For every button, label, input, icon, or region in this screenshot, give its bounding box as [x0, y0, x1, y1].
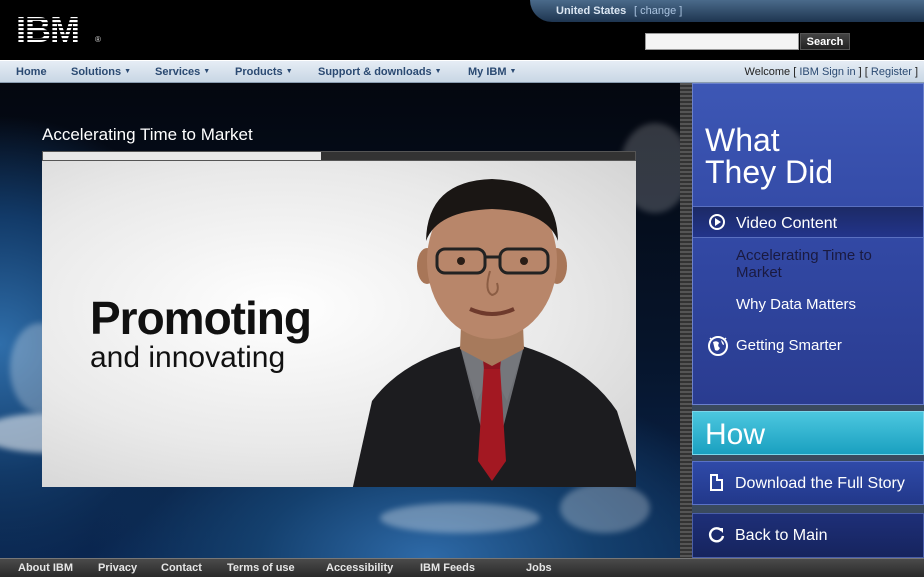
masthead: IBM ® United States [ change ] Search	[0, 0, 924, 60]
country-selector: United States [ change ]	[530, 0, 924, 22]
how-section[interactable]: How	[692, 411, 924, 455]
footer-terms[interactable]: Terms of use	[227, 562, 295, 574]
nav-solutions[interactable]: Solutions ▼	[71, 66, 131, 78]
video-title: Accelerating Time to Market	[42, 125, 253, 144]
chevron-down-icon: ▼	[203, 68, 211, 75]
nav-products[interactable]: Products ▼	[235, 66, 293, 78]
getting-smarter-link[interactable]: Getting Smarter	[736, 337, 842, 354]
earth-cloud	[380, 503, 540, 533]
country-name: United States	[556, 5, 627, 17]
earth-cloud	[560, 483, 650, 533]
search-button[interactable]: Search	[800, 33, 850, 50]
back-label: Back to Main	[735, 527, 828, 544]
main-nav: Home Solutions ▼ Services ▼ Products ▼ Supp…	[0, 60, 924, 83]
play-icon	[709, 214, 725, 230]
how-title: How	[705, 418, 766, 451]
footer-ibm-feeds[interactable]: IBM Feeds	[420, 562, 475, 574]
back-to-main-button[interactable]: Back to Main	[692, 513, 924, 558]
nav-services[interactable]: Services ▼	[155, 66, 210, 78]
footer-contact[interactable]: Contact	[161, 562, 202, 574]
download-full-story-button[interactable]: Download the Full Story	[692, 461, 924, 505]
chevron-down-icon: ▼	[124, 68, 132, 75]
registered-mark-icon: ®	[95, 35, 101, 44]
logo-text: IBM	[16, 12, 79, 44]
footer-about-ibm[interactable]: About IBM	[18, 562, 73, 574]
video-item-why-data-matters[interactable]: Why Data Matters	[736, 296, 856, 313]
what-they-did-title: What They Did	[705, 122, 834, 190]
footer-jobs[interactable]: Jobs	[526, 562, 552, 574]
chevron-down-icon: ▼	[285, 68, 293, 75]
nav-support-downloads[interactable]: Support & downloads ▼	[318, 66, 442, 78]
nav-my-ibm[interactable]: My IBM ▼	[468, 66, 516, 78]
video-item-accelerating[interactable]: Accelerating Time to Market	[736, 247, 916, 281]
video-progress-bar[interactable]	[42, 151, 636, 161]
refresh-icon	[708, 527, 725, 543]
footer-accessibility[interactable]: Accessibility	[326, 562, 393, 574]
video-player[interactable]: Promoting and innovating	[42, 161, 636, 487]
download-label: Download the Full Story	[735, 475, 905, 492]
presenter-image	[352, 179, 636, 487]
document-icon	[710, 474, 723, 491]
video-headline: Promoting	[90, 292, 312, 344]
search-input[interactable]	[645, 33, 799, 50]
hero-stage: Accelerating Time to Market Promoting an…	[0, 83, 690, 558]
video-content-tab[interactable]: Video Content	[693, 206, 923, 238]
footer: About IBM Privacy Contact Terms of use A…	[0, 558, 924, 577]
nav-home[interactable]: Home	[16, 66, 47, 78]
video-content-label: Video Content	[736, 215, 838, 232]
side-panel: What They Did Video Content Accelerating…	[680, 83, 924, 558]
sign-in-link[interactable]: IBM Sign in	[799, 66, 855, 78]
chevron-down-icon: ▼	[509, 68, 517, 75]
video-subline: and innovating	[90, 341, 286, 374]
globe-icon	[708, 336, 728, 356]
video-progress-fill	[43, 152, 322, 160]
register-link[interactable]: Register	[871, 66, 912, 78]
chevron-down-icon: ▼	[434, 68, 442, 75]
country-change-link[interactable]: [ change ]	[634, 5, 682, 17]
what-they-did-section: What They Did Video Content Accelerating…	[692, 83, 924, 405]
footer-privacy[interactable]: Privacy	[98, 562, 137, 574]
ibm-logo[interactable]: IBM	[16, 12, 94, 44]
panel-divider	[680, 83, 692, 558]
welcome-bar: Welcome [ IBM Sign in ] [ Register ]	[744, 66, 918, 78]
